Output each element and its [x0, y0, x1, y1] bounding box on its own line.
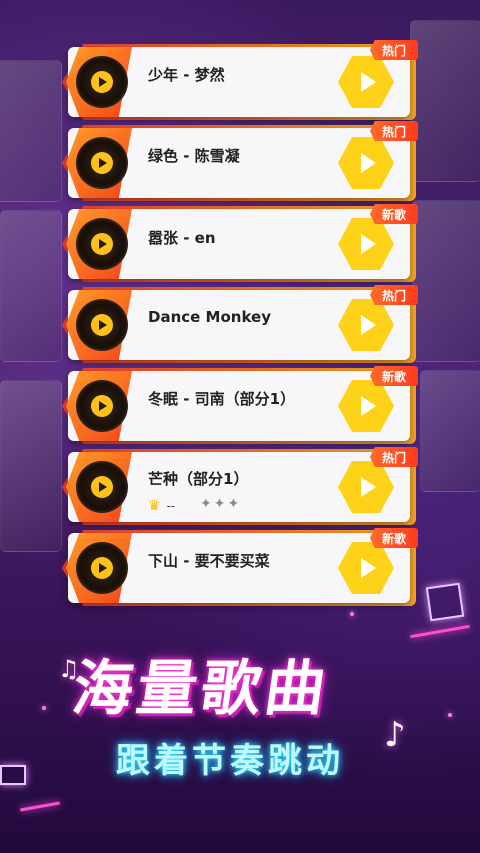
music-note-icon: ♪	[384, 715, 406, 755]
status-badge: 热门	[370, 121, 418, 141]
status-badge: 热门	[370, 285, 418, 305]
status-badge: 热门	[370, 447, 418, 467]
bg-poster	[0, 210, 62, 362]
song-title: Dance Monkey	[148, 308, 271, 326]
status-badge: 热门	[370, 40, 418, 60]
play-icon	[360, 396, 376, 416]
score-row: ♛ --	[148, 498, 175, 514]
song-title: 嚣张 - en	[148, 229, 216, 247]
bg-poster	[0, 380, 62, 552]
neon-square-decoration	[425, 582, 465, 622]
dot-decoration	[42, 706, 46, 710]
song-title: 冬眠 - 司南（部分1）	[148, 390, 296, 408]
song-title: 下山 - 要不要买菜	[148, 552, 270, 570]
vinyl-disc-icon	[76, 218, 128, 270]
score-value: --	[166, 499, 176, 513]
vinyl-disc-icon	[76, 542, 128, 594]
dot-decoration	[350, 612, 354, 616]
bg-poster	[420, 370, 480, 492]
status-badge: 新歌	[370, 528, 418, 548]
song-title: 绿色 - 陈雪凝	[148, 147, 240, 165]
play-icon	[360, 234, 376, 254]
status-badge: 新歌	[370, 204, 418, 224]
play-icon	[360, 558, 376, 578]
song-title: 芒种（部分1）	[148, 470, 249, 488]
promo-subline: 跟着节奏跳动	[116, 741, 344, 781]
play-icon	[360, 477, 376, 497]
neon-square-decoration	[0, 765, 26, 785]
dot-decoration	[448, 713, 452, 717]
star-rating: ✦✦✦	[200, 496, 242, 512]
song-title: 少年 - 梦然	[148, 66, 225, 84]
vinyl-disc-icon	[76, 380, 128, 432]
play-icon	[360, 153, 376, 173]
bg-poster	[410, 20, 480, 182]
promo-headline: 海量歌曲	[68, 654, 335, 724]
play-icon	[360, 315, 376, 335]
status-badge: 新歌	[370, 366, 418, 386]
bg-poster	[412, 200, 480, 362]
bg-poster	[0, 60, 62, 202]
crown-icon: ♛	[148, 498, 161, 514]
vinyl-disc-icon	[76, 56, 128, 108]
vinyl-disc-icon	[76, 137, 128, 189]
vinyl-disc-icon	[76, 299, 128, 351]
vinyl-disc-icon	[76, 461, 128, 513]
play-icon	[360, 72, 376, 92]
